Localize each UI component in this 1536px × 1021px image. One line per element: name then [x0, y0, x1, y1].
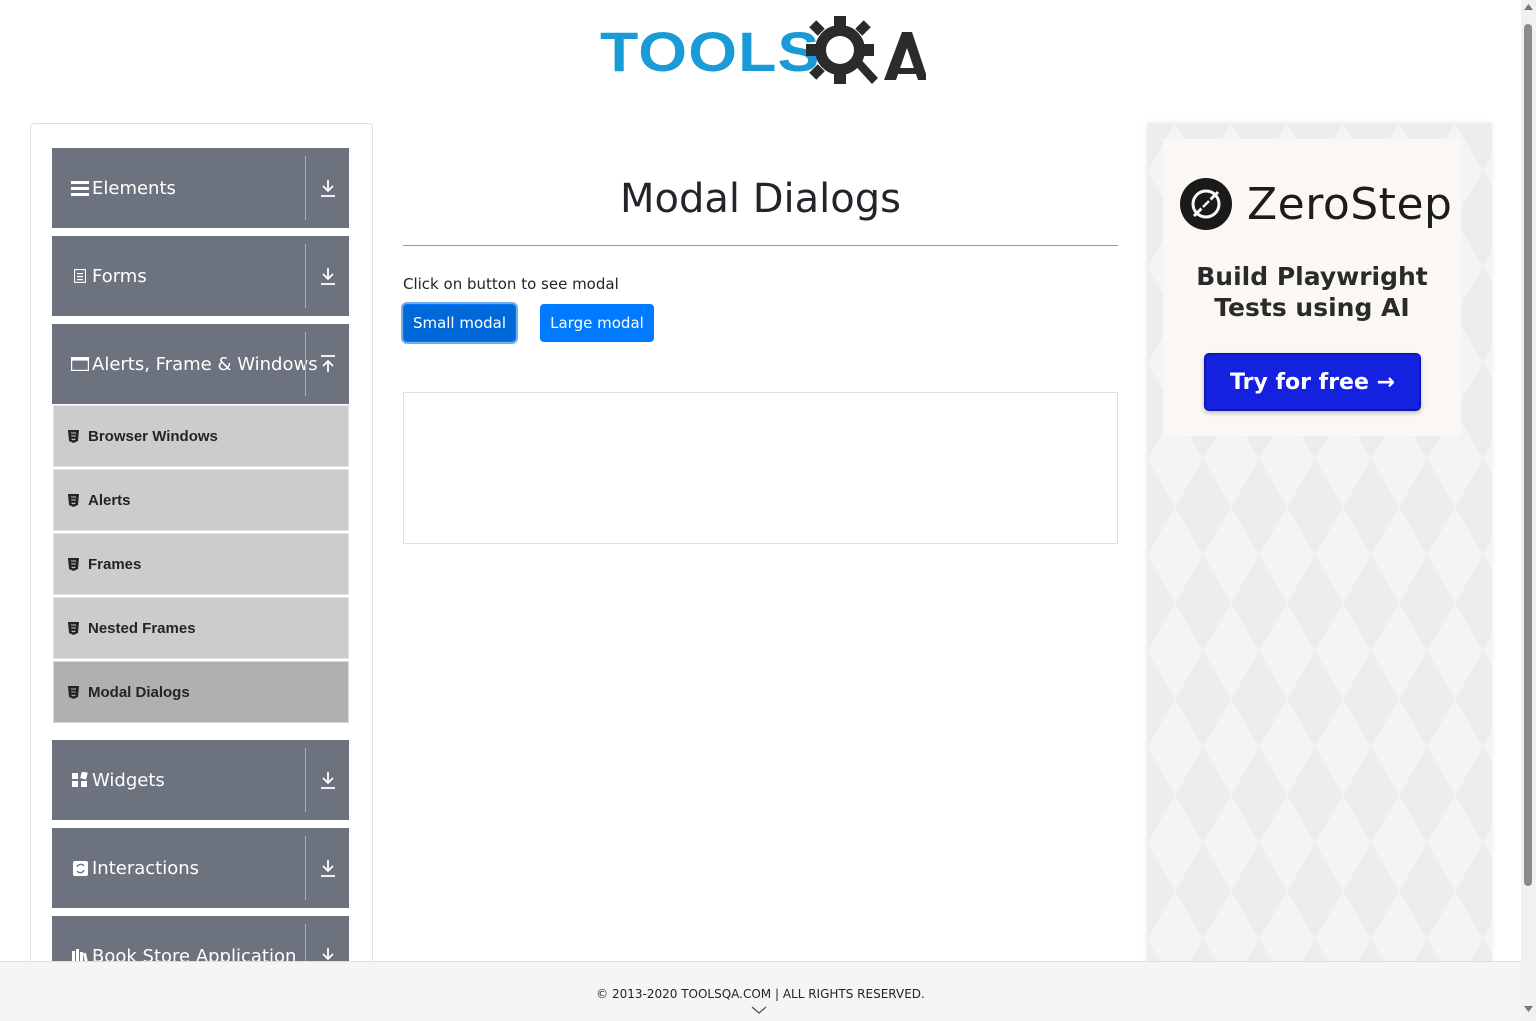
sidebar-item-label: Nested Frames: [88, 619, 196, 637]
chevron-down-icon[interactable]: [751, 1006, 767, 1015]
group-title: Interactions: [92, 857, 200, 879]
page-title: Modal Dialogs: [620, 176, 901, 222]
try-for-free-button[interactable]: Try for free →: [1204, 353, 1421, 411]
scrollbar-thumb[interactable]: [1524, 24, 1532, 886]
group-widgets[interactable]: Widgets: [52, 740, 349, 820]
ad-headline-line2: Tests using AI: [1214, 293, 1410, 322]
ad-card[interactable]: ZeroStep Build Playwright Tests using AI…: [1163, 139, 1461, 436]
group-elements[interactable]: Elements: [52, 148, 349, 228]
logo-text: TOOLS: [600, 20, 821, 83]
html5-icon: [68, 493, 82, 507]
interaction-icon: [68, 860, 92, 876]
instruction-text: Click on button to see modal: [403, 275, 619, 293]
ad-headline: Build Playwright Tests using AI: [1163, 261, 1461, 323]
group-alerts-frame-windows[interactable]: Alerts, Frame & Windows: [52, 324, 349, 404]
ad-brand: ZeroStep: [1247, 178, 1453, 230]
sidebar-item-label: Frames: [88, 555, 142, 573]
small-modal-button[interactable]: Small modal: [403, 304, 516, 342]
advertisement-panel[interactable]: ZeroStep Build Playwright Tests using AI…: [1147, 123, 1492, 963]
left-panel: Elements Forms Alerts, Frame & Windows B…: [30, 123, 373, 983]
large-modal-button[interactable]: Large modal: [540, 304, 654, 342]
sidebar-item-label: Modal Dialogs: [88, 683, 190, 701]
grid-icon: [68, 772, 92, 788]
group-title: Elements: [92, 177, 176, 199]
zerostep-logo: ZeroStep: [1179, 177, 1452, 231]
footer: © 2013-2020 TOOLSQA.COM | ALL RIGHTS RES…: [0, 961, 1521, 1021]
copyright-text: © 2013-2020 TOOLSQA.COM | ALL RIGHTS RES…: [596, 987, 925, 1001]
html5-icon: [68, 685, 82, 699]
sidebar-item-frames[interactable]: Frames: [53, 533, 349, 595]
group-title: Forms: [92, 265, 147, 287]
page: TOOLS Elements Forms Alerts, Frame & Win…: [0, 0, 1536, 1021]
html5-icon: [68, 621, 82, 635]
download-arrow-icon[interactable]: [306, 828, 349, 908]
gear-magnifier-icon: [806, 16, 926, 84]
download-arrow-icon[interactable]: [306, 148, 349, 228]
sidebar-item-browser-windows[interactable]: Browser Windows: [53, 405, 349, 467]
download-arrow-icon[interactable]: [306, 740, 349, 820]
sidebar-item-alerts[interactable]: Alerts: [53, 469, 349, 531]
group-title: Alerts, Frame & Windows: [92, 353, 318, 375]
sidebar-item-label: Alerts: [88, 491, 131, 509]
page-scrollbar[interactable]: [1521, 0, 1536, 1021]
download-arrow-icon[interactable]: [306, 236, 349, 316]
window-icon: [68, 357, 92, 371]
group-interactions[interactable]: Interactions: [52, 828, 349, 908]
upload-arrow-icon[interactable]: [306, 324, 349, 404]
html5-icon: [68, 557, 82, 571]
scroll-up-arrow-icon[interactable]: [1524, 4, 1533, 10]
sidebar-item-modal-dialogs[interactable]: Modal Dialogs: [53, 661, 349, 723]
hamburger-icon: [68, 180, 92, 196]
ad-placeholder-box: [403, 392, 1118, 544]
ad-headline-line1: Build Playwright: [1196, 262, 1428, 291]
toolsqa-logo[interactable]: TOOLS: [600, 14, 926, 90]
group-title: Widgets: [92, 769, 165, 791]
zerostep-icon: [1180, 178, 1232, 230]
scroll-down-arrow-icon[interactable]: [1524, 1006, 1533, 1012]
group-forms[interactable]: Forms: [52, 236, 349, 316]
title-divider: [403, 245, 1118, 246]
sidebar-item-label: Browser Windows: [88, 427, 218, 445]
html5-icon: [68, 429, 82, 443]
document-icon: [68, 269, 92, 283]
sidebar-item-nested-frames[interactable]: Nested Frames: [53, 597, 349, 659]
